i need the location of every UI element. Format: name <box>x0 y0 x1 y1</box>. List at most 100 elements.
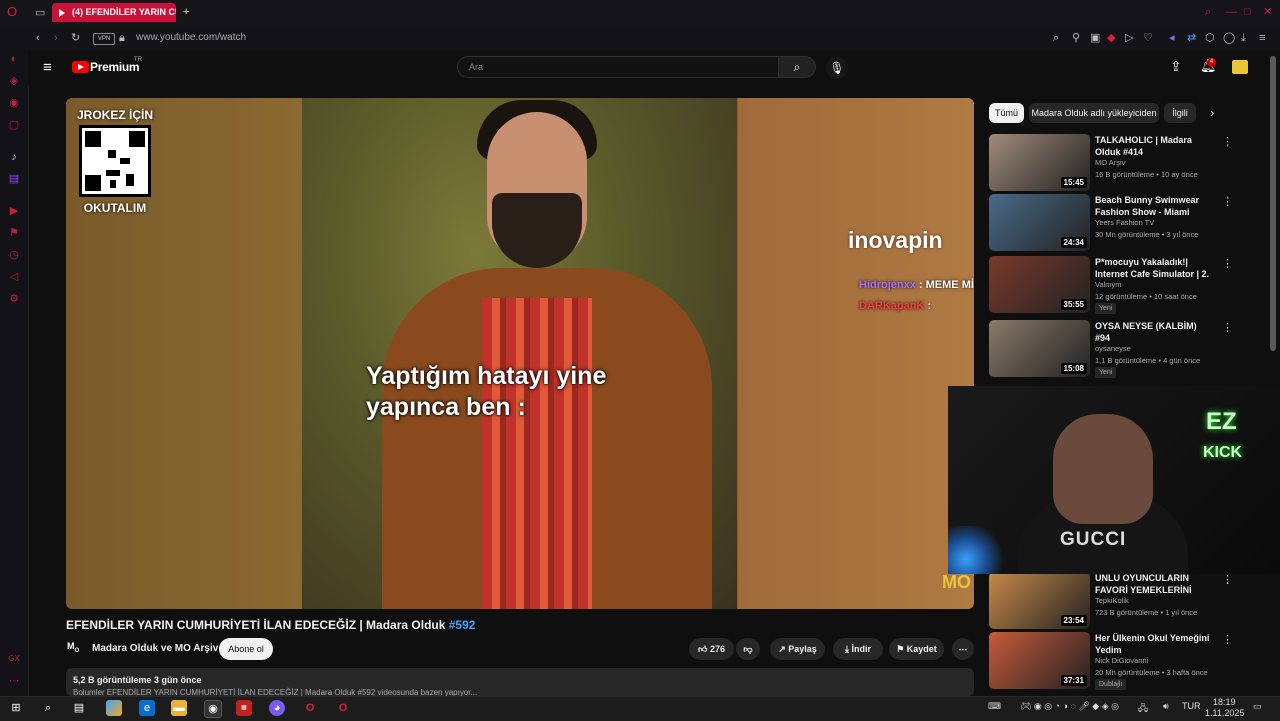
snapshot-icon[interactable]: ▣ <box>1090 32 1100 44</box>
recommendation-title[interactable]: OYSA NEYSE (KALBİM) #94 <box>1095 320 1213 344</box>
subscribe-button[interactable]: Abone ol <box>219 638 273 660</box>
tray-keyboard-icon[interactable]: ⌨ <box>988 701 1001 712</box>
recommendation-channel[interactable]: Nick DiGiovanni <box>1095 656 1148 665</box>
opera-taskbar-icon[interactable]: O <box>302 700 318 716</box>
dislike-button[interactable]: 👎︎ <box>736 638 760 660</box>
recommendation-title[interactable]: P*mocuyu Yakaladık!| Internet Cafe Simul… <box>1095 256 1213 280</box>
zoom-icon[interactable]: ⌕ <box>1053 32 1059 44</box>
volume-icon[interactable]: 🔊︎ <box>1163 701 1169 712</box>
save-button[interactable]: ⚑ Kaydet <box>889 638 944 660</box>
youtube-logo-icon[interactable] <box>72 61 89 73</box>
heart-icon[interactable]: ♡ <box>1143 32 1153 44</box>
recommendation-title[interactable]: TALKAHOLIC | Madara Olduk #414 <box>1095 134 1213 158</box>
tab-island-icon[interactable]: ▭ <box>35 7 45 19</box>
pin-icon[interactable]: ⚲ <box>1072 32 1080 44</box>
history-icon[interactable]: ◷ <box>8 249 20 261</box>
account-avatar[interactable] <box>1232 60 1248 74</box>
youtube-logo-text[interactable]: Premium <box>90 60 140 74</box>
bookmarks-icon[interactable]: ⚑ <box>8 227 20 239</box>
network-icon[interactable]: 🖧︎ <box>1138 701 1148 717</box>
download-icon[interactable]: ⤓ <box>1241 32 1246 44</box>
taskbar-search-icon[interactable]: ⌕ <box>40 700 56 716</box>
voicemeeter-icon[interactable]: ▦ <box>236 700 252 716</box>
search-input[interactable]: Ara <box>457 56 779 78</box>
chevron-right-icon[interactable]: › <box>1210 105 1214 120</box>
recommendation-channel[interactable]: oysaneyse <box>1095 344 1131 353</box>
forward-icon[interactable]: › <box>54 32 58 44</box>
twitch-icon[interactable]: ▤ <box>8 173 20 185</box>
more-options-icon[interactable]: ⋮ <box>1222 321 1233 334</box>
opera-gx-taskbar-icon[interactable]: O <box>335 700 351 716</box>
vpn-badge[interactable]: VPN <box>93 33 115 45</box>
extensions-icon[interactable]: ⬡ <box>1205 32 1215 44</box>
notification-center-icon[interactable]: ▭ <box>1253 701 1262 712</box>
recommendation-thumbnail[interactable]: 15:45 <box>989 134 1090 191</box>
task-view-icon[interactable]: ▤ <box>71 700 87 716</box>
recommendation-channel[interactable]: Valmym <box>1095 280 1122 289</box>
clock-time[interactable]: 18:19 <box>1213 697 1236 707</box>
channel-avatar[interactable]: MO <box>67 641 85 659</box>
minimize-icon[interactable]: — <box>1226 6 1237 18</box>
recommendation-thumbnail[interactable]: 35:55 <box>989 256 1090 313</box>
reload-icon[interactable]: ↻ <box>71 32 80 44</box>
recommendation-item[interactable]: 24:34 Beach Bunny Swimwear Fashion Show -… <box>989 194 1249 252</box>
share-button[interactable]: ↗ Paylaş <box>770 638 825 660</box>
discord-icon[interactable]: ◕ <box>269 700 285 716</box>
translate-icon[interactable]: ⇄ <box>1187 32 1196 44</box>
obs-icon[interactable]: ◉ <box>204 700 222 718</box>
recommendation-channel[interactable]: Yeers Fashion TV <box>1095 218 1154 227</box>
more-sidebar-icon[interactable]: ⋯ <box>8 675 20 687</box>
profile-icon[interactable]: ◯ <box>1223 32 1235 44</box>
recommendation-channel[interactable]: TepkiKolik <box>1095 596 1129 605</box>
recommendation-item[interactable]: 35:55 P*mocuyu Yakaladık!| Internet Cafe … <box>989 256 1249 314</box>
menu-icon[interactable]: ≡ <box>1259 32 1265 44</box>
recommendation-thumbnail[interactable]: 37:31 <box>989 632 1090 689</box>
chip-from-uploader[interactable]: Madara Olduk adlı yükleyiciden <box>1029 103 1159 123</box>
recommendation-title[interactable]: Her Ülkenin Okul Yemeğini Yedim <box>1095 632 1213 656</box>
recommendation-thumbnail[interactable]: 24:34 <box>989 194 1090 251</box>
search-button[interactable]: ⌕ <box>779 56 816 78</box>
shield-icon[interactable]: ◆ <box>1107 32 1115 44</box>
chip-all[interactable]: Tümü <box>989 103 1024 123</box>
video-player[interactable]: JROKEZ İÇİN OKUTALIM Yaptığım hatayı yin… <box>66 98 974 609</box>
file-explorer-icon[interactable]: ▬ <box>171 700 187 716</box>
windows-start-icon[interactable]: ⊞ <box>8 700 24 716</box>
back-icon[interactable]: ‹ <box>36 32 40 44</box>
settings-icon[interactable]: ⚙ <box>8 293 20 305</box>
channel-name[interactable]: Madara Olduk ve MO Arşiv <box>92 643 218 654</box>
maximize-icon[interactable]: □ <box>1244 6 1251 18</box>
language-indicator[interactable]: TUR <box>1182 701 1201 711</box>
search-tabs-icon[interactable]: ⌕ <box>1205 6 1211 18</box>
opera-logo-icon[interactable]: O <box>7 5 17 18</box>
instagram-icon[interactable]: ▢ <box>8 119 20 131</box>
recommendation-thumbnail[interactable]: 15:08 <box>989 320 1090 377</box>
recommendation-item[interactable]: 15:45 TALKAHOLIC | Madara Olduk #414 MO Ar… <box>989 134 1249 192</box>
bag-icon[interactable]: ◈ <box>8 75 20 87</box>
tray-icons[interactable]: 🎮︎ ◉ ◎ ◔ ◑ ◌ 🎤︎ ◆ ◈ ◎ <box>1020 701 1119 712</box>
more-actions-button[interactable]: ⋯ <box>952 638 974 660</box>
recommendation-item[interactable]: 23:54 ÜNLÜ OYUNCULARIN FAVORİ YEMEKLERİNİ… <box>989 572 1249 630</box>
recommendation-title[interactable]: Beach Bunny Swimwear Fashion Show - Miam… <box>1095 194 1213 218</box>
speaker-icon[interactable]: ◂ <box>1169 32 1175 44</box>
upload-icon[interactable]: ⇪ <box>1170 58 1182 75</box>
more-options-icon[interactable]: ⋮ <box>1222 195 1233 208</box>
recommendation-item[interactable]: 15:08 OYSA NEYSE (KALBİM) #94 oysaneyse 1,1… <box>989 320 1249 378</box>
gx-icon[interactable]: GX <box>8 653 20 665</box>
chip-related[interactable]: İlgili <box>1164 103 1196 123</box>
voice-search-button[interactable]: 🎙︎ <box>826 57 848 79</box>
close-window-icon[interactable]: ✕ <box>1263 6 1272 18</box>
edge-icon[interactable]: e <box>139 700 155 716</box>
video-title-hashtag[interactable]: #592 <box>449 618 476 632</box>
messenger-icon[interactable]: ◉ <box>8 97 20 109</box>
send-icon[interactable]: ▷ <box>1125 32 1133 44</box>
tab-youtube[interactable]: (4) EFENDİLER YARIN CU <box>52 3 176 22</box>
clock-date[interactable]: 1.11.2025 <box>1205 708 1244 718</box>
recommendation-thumbnail[interactable]: 23:54 <box>989 572 1090 629</box>
new-tab-icon[interactable]: + <box>183 6 189 18</box>
copilot-icon[interactable] <box>106 700 122 716</box>
more-options-icon[interactable]: ⋮ <box>1222 633 1233 646</box>
snapshot-side-icon[interactable]: ◁ <box>8 271 20 283</box>
aria-icon[interactable]: ◐ <box>8 53 20 65</box>
hamburger-menu-icon[interactable]: ≡ <box>43 59 52 76</box>
like-button[interactable]: 👍︎ 276 <box>689 638 734 660</box>
